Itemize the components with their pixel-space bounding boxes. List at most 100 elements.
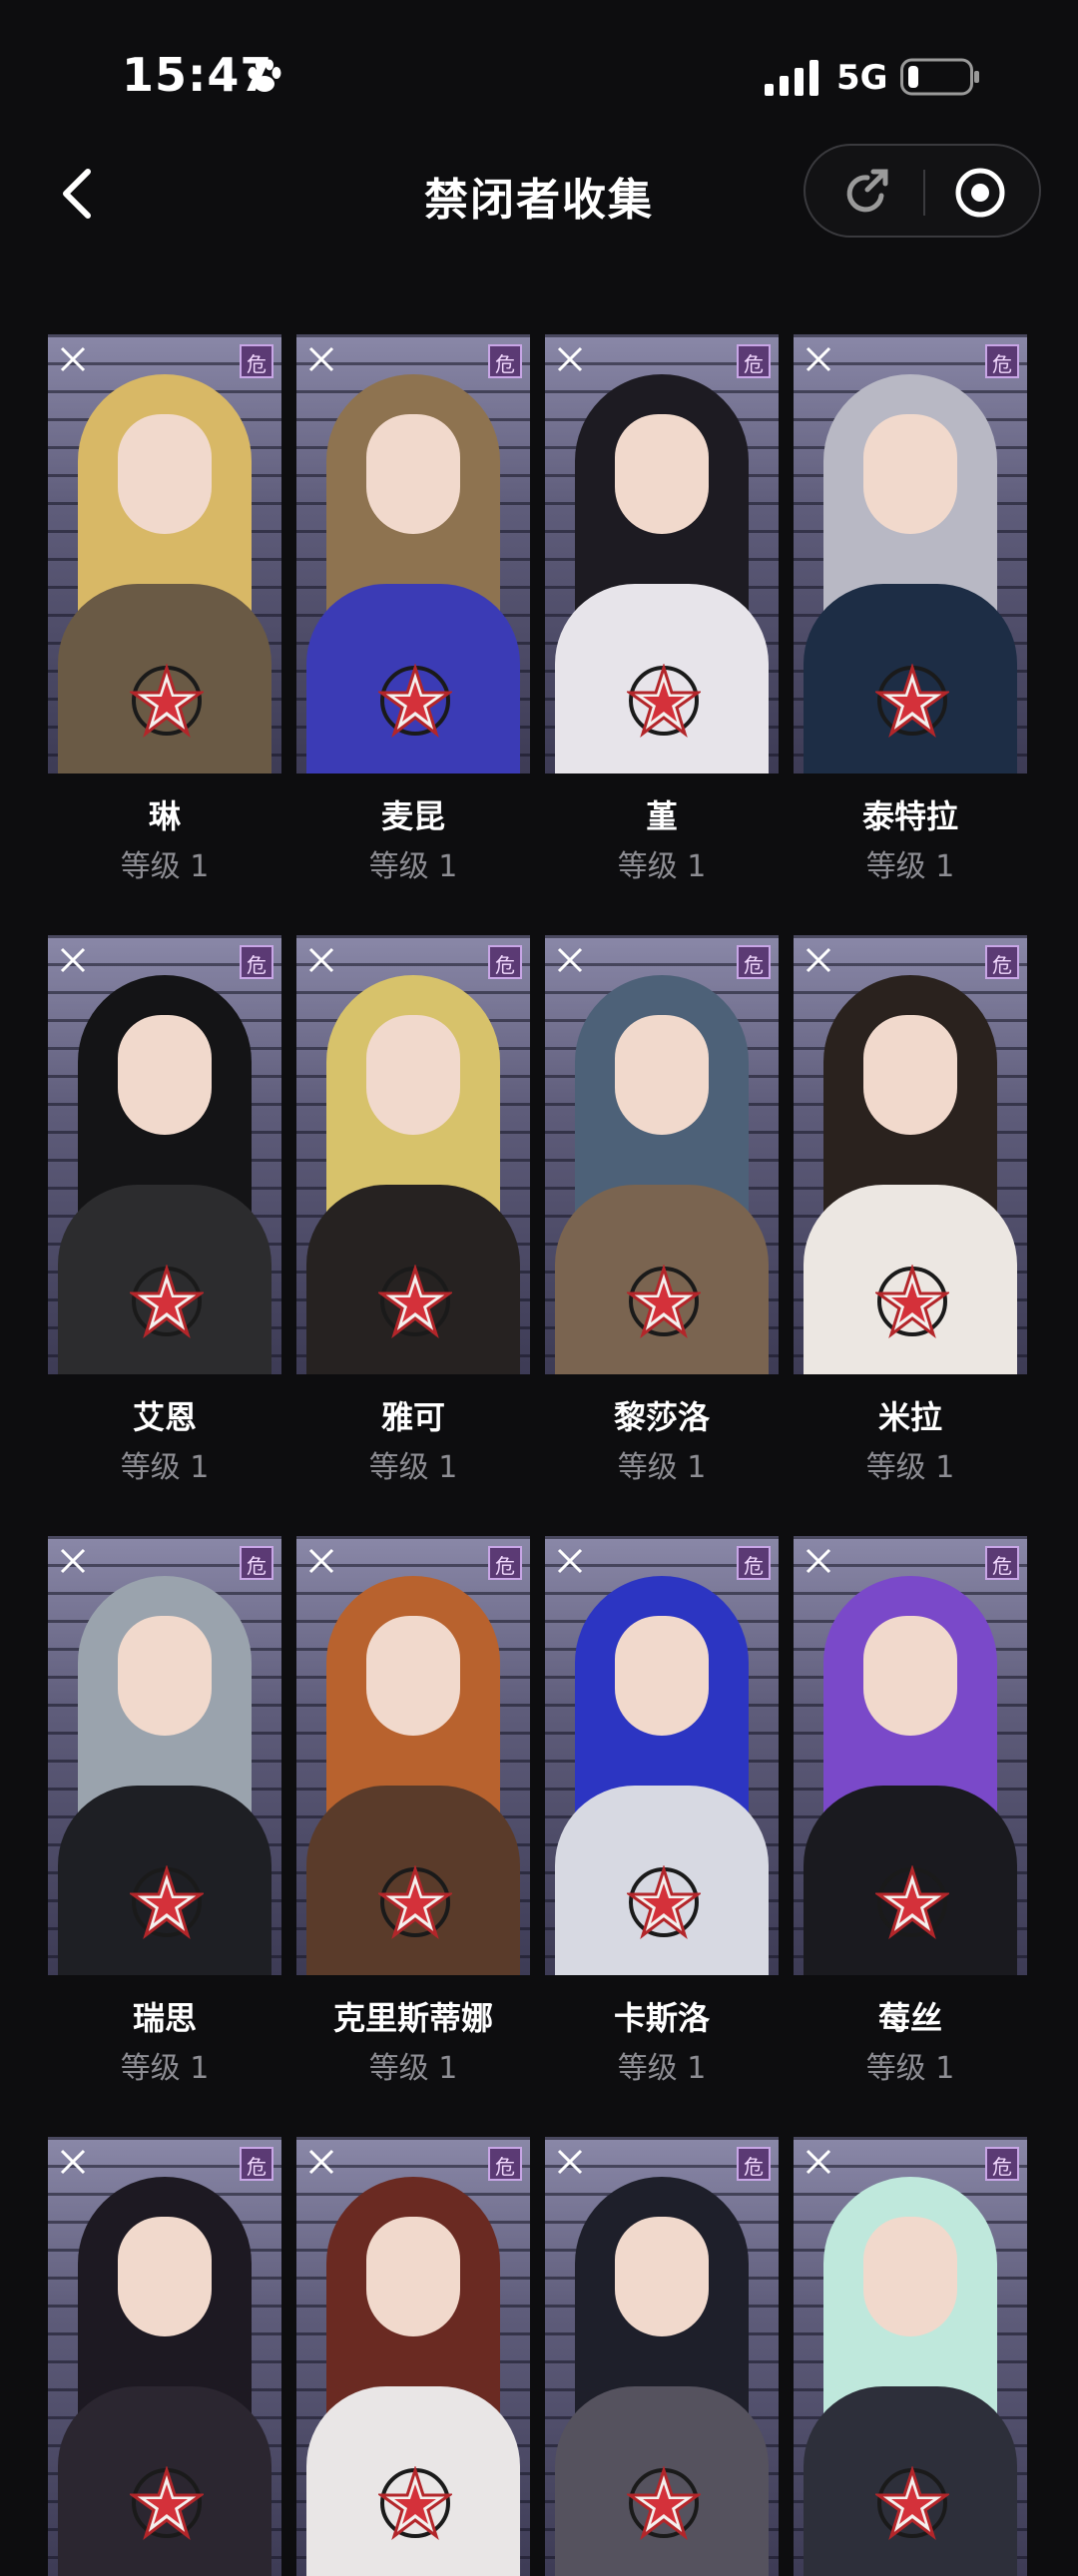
character-name: 瑞思: [132, 1999, 197, 2037]
character-face: [615, 1015, 709, 1135]
rarity-star-icon: [627, 2466, 701, 2540]
character-level: 等级 1: [120, 2051, 210, 2086]
character-face: [863, 1015, 957, 1135]
crossed-swords-icon: [806, 346, 831, 372]
character-level: 等级 1: [120, 849, 210, 884]
crossed-swords-icon: [60, 2149, 86, 2175]
nav-bar: 禁闭者收集: [0, 140, 1078, 279]
character-face: [118, 2217, 212, 2336]
character-portrait: 危: [545, 1536, 779, 1975]
danger-badge-icon: 危: [737, 344, 771, 378]
character-name: 莓丝: [877, 1999, 942, 2037]
character-level: 等级 1: [617, 1450, 707, 1485]
rarity-star-icon: [130, 1865, 204, 1939]
rarity-star-icon: [130, 1265, 204, 1338]
character-name: 麦昆: [380, 797, 445, 835]
paw-icon: [248, 59, 281, 92]
character-level: 等级 1: [120, 1450, 210, 1485]
character-face: [863, 1616, 957, 1736]
crossed-swords-icon: [308, 947, 334, 973]
danger-badge-icon: 危: [737, 2147, 771, 2181]
character-level: 等级 1: [368, 1450, 458, 1485]
rarity-star-icon: [875, 664, 949, 738]
rarity-star-icon: [875, 1265, 949, 1338]
character-name: 艾恩: [132, 1398, 197, 1436]
character-face: [366, 2217, 460, 2336]
signal-icon: [765, 60, 818, 96]
character-portrait: 危: [296, 935, 530, 1374]
rarity-star-icon: [130, 2466, 204, 2540]
character-portrait: 危: [48, 334, 281, 773]
danger-badge-icon: 危: [985, 2147, 1019, 2181]
rarity-star-icon: [378, 1865, 452, 1939]
crossed-swords-icon: [308, 346, 334, 372]
danger-badge-icon: 危: [488, 2147, 522, 2181]
character-portrait: 危: [794, 935, 1027, 1374]
character-face: [863, 2217, 957, 2336]
crossed-swords-icon: [806, 947, 831, 973]
character-level: 等级 1: [865, 849, 955, 884]
danger-badge-icon: 危: [240, 1546, 273, 1580]
rarity-star-icon: [378, 1265, 452, 1338]
character-portrait: 危: [545, 334, 779, 773]
character-face: [366, 1616, 460, 1736]
rarity-star-icon: [130, 664, 204, 738]
crossed-swords-icon: [806, 1548, 831, 1574]
rarity-star-icon: [875, 2466, 949, 2540]
network-type: 5G: [836, 58, 888, 98]
crossed-swords-icon: [308, 1548, 334, 1574]
crossed-swords-icon: [60, 947, 86, 973]
rarity-star-icon: [627, 1265, 701, 1338]
crossed-swords-icon: [557, 1548, 583, 1574]
danger-badge-icon: 危: [488, 344, 522, 378]
character-level: 等级 1: [865, 1450, 955, 1485]
danger-badge-icon: 危: [985, 344, 1019, 378]
character-portrait: 危: [48, 2137, 281, 2576]
character-face: [118, 1015, 212, 1135]
status-bar: 15:47 5G: [0, 0, 1078, 140]
character-face: [366, 414, 460, 534]
character-level: 等级 1: [865, 2051, 955, 2086]
crossed-swords-icon: [557, 2149, 583, 2175]
character-face: [615, 414, 709, 534]
character-level: 等级 1: [368, 849, 458, 884]
character-face: [615, 2217, 709, 2336]
crossed-swords-icon: [60, 1548, 86, 1574]
character-portrait: 危: [296, 334, 530, 773]
character-level: 等级 1: [368, 2051, 458, 2086]
crossed-swords-icon: [557, 947, 583, 973]
character-name: 卡斯洛: [613, 1999, 710, 2037]
share-icon[interactable]: [841, 166, 895, 220]
rarity-star-icon: [378, 2466, 452, 2540]
rarity-star-icon: [627, 1865, 701, 1939]
danger-badge-icon: 危: [488, 945, 522, 979]
character-name: 黎莎洛: [613, 1398, 710, 1436]
danger-badge-icon: 危: [240, 2147, 273, 2181]
character-face: [118, 1616, 212, 1736]
character-portrait: 危: [296, 1536, 530, 1975]
character-name: 米拉: [877, 1398, 942, 1436]
crossed-swords-icon: [60, 346, 86, 372]
rarity-star-icon: [627, 664, 701, 738]
rarity-star-icon: [875, 1865, 949, 1939]
character-level: 等级 1: [617, 849, 707, 884]
character-name: 堇: [645, 797, 678, 835]
crossed-swords-icon: [806, 2149, 831, 2175]
capsule-divider: [923, 170, 925, 216]
character-name: 克里斯蒂娜: [332, 1999, 493, 2037]
character-name: 雅可: [380, 1398, 445, 1436]
character-level: 等级 1: [617, 2051, 707, 2086]
character-face: [615, 1616, 709, 1736]
danger-badge-icon: 危: [985, 945, 1019, 979]
danger-badge-icon: 危: [737, 945, 771, 979]
character-portrait: 危: [794, 334, 1027, 773]
character-portrait: 危: [296, 2137, 530, 2576]
target-icon[interactable]: [953, 166, 1007, 220]
character-portrait: 危: [545, 2137, 779, 2576]
character-face: [118, 414, 212, 534]
character-name: 泰特拉: [861, 797, 958, 835]
danger-badge-icon: 危: [240, 344, 273, 378]
character-portrait: 危: [794, 2137, 1027, 2576]
character-portrait: 危: [794, 1536, 1027, 1975]
character-portrait: 危: [48, 935, 281, 1374]
